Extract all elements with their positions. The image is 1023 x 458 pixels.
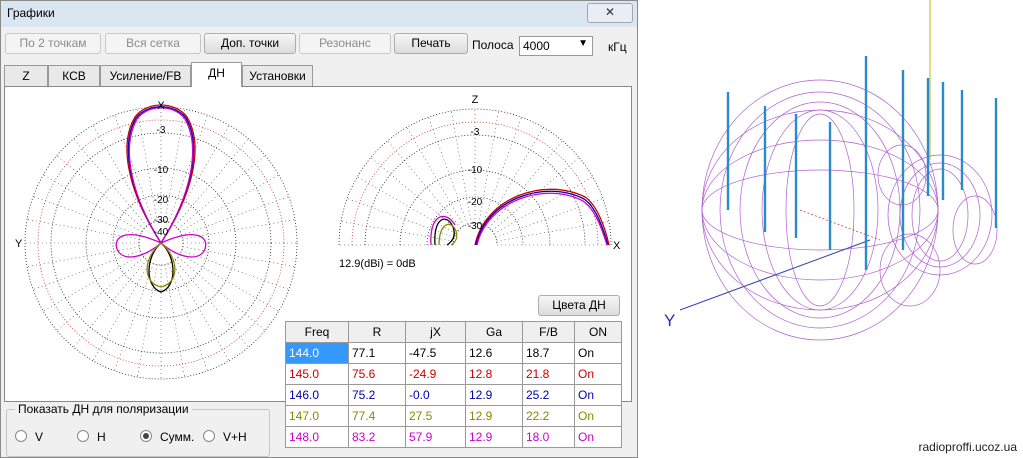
radio-label: H	[97, 430, 106, 444]
table-row[interactable]: 148.0 83.2 57.9 12.9 18.0 On	[285, 426, 622, 448]
cell-on[interactable]: On	[574, 426, 622, 448]
cell-r[interactable]: 75.6	[348, 363, 406, 385]
polarization-group-title: Показать ДН для поляризации	[15, 402, 192, 416]
cell-on[interactable]: On	[574, 363, 622, 385]
cell-r[interactable]: 75.2	[348, 384, 406, 406]
table-row[interactable]: 145.0 75.6 -24.9 12.8 21.8 On	[285, 363, 622, 385]
radio-sum[interactable]: Сумм.	[140, 430, 194, 444]
cell-r[interactable]: 77.4	[348, 405, 406, 427]
ring-label: -20	[154, 195, 169, 206]
cell-on[interactable]: On	[574, 342, 622, 364]
y-axis-label: Y	[664, 311, 675, 330]
ring-label: -10	[468, 165, 483, 176]
cell-ga[interactable]: 12.9	[465, 405, 523, 427]
cell-freq[interactable]: 144.0	[285, 342, 349, 364]
table-row[interactable]: 144.0 77.1 -47.5 12.6 18.7 On	[285, 342, 622, 364]
column-header[interactable]: F/B	[522, 321, 575, 343]
cell-ga[interactable]: 12.9	[465, 426, 523, 448]
radio-selected-icon	[140, 430, 152, 442]
cell-ga[interactable]: 12.6	[465, 342, 523, 364]
column-header[interactable]: Freq	[285, 321, 349, 343]
full-grid-button[interactable]: Вся сетка	[105, 33, 201, 54]
cell-r[interactable]: 83.2	[348, 426, 406, 448]
cell-jx[interactable]: -24.9	[405, 363, 466, 385]
cell-freq[interactable]: 148.0	[285, 426, 349, 448]
frequency-table: Freq R jX Ga F/B ON 144.0 77.1 -47.5 12.6 18…	[285, 321, 622, 448]
table-row[interactable]: 146.0 75.2 -0.0 12.9 25.2 On	[285, 384, 622, 406]
zero-db-reference: 12.9(dBi) = 0dB	[339, 258, 416, 270]
ring-label: -20	[468, 197, 483, 208]
cell-jx[interactable]: -47.5	[405, 342, 466, 364]
radio-circle-icon	[77, 430, 89, 442]
window-title: Графики	[7, 6, 55, 20]
tab-settings[interactable]: Установки	[242, 65, 313, 86]
antenna-elements	[726, 56, 998, 270]
3d-pattern-mesh	[701, 79, 998, 341]
resonance-button[interactable]: Резонанс	[299, 33, 391, 54]
band-value: 4000	[523, 39, 550, 53]
cell-fb[interactable]: 18.0	[522, 426, 575, 448]
column-header[interactable]: R	[348, 321, 406, 343]
close-button[interactable]: ✕	[587, 3, 633, 23]
radio-label: Сумм.	[160, 430, 195, 444]
column-header[interactable]: Ga	[465, 321, 523, 343]
table-row[interactable]: 147.0 77.4 27.5 12.9 22.2 On	[285, 405, 622, 427]
azimuth-top-label: X	[157, 100, 165, 112]
elevation-right-label: X	[613, 240, 621, 252]
ring-label: -40	[154, 227, 169, 238]
polarization-group: Показать ДН для поляризации V H Сумм. V+…	[6, 402, 270, 457]
tab-z[interactable]: Z	[4, 65, 48, 86]
cell-ga[interactable]: 12.9	[465, 384, 523, 406]
radio-v-plus-h[interactable]: V+H	[203, 430, 247, 444]
cell-jx[interactable]: -0.0	[405, 384, 466, 406]
band-unit: кГц	[608, 40, 627, 54]
elevation-top-label: Z	[472, 94, 479, 106]
elevation-polar-plot: Z X -3 -10 -20 -30 12.9(dBi) = 0dB	[338, 94, 621, 270]
cell-fb[interactable]: 21.8	[522, 363, 575, 385]
band-select[interactable]: 4000 ▼	[519, 36, 593, 56]
tab-gain-fb[interactable]: Усиление/FB	[100, 65, 191, 86]
graphs-window: Графики ✕ По 2 точкам Вся сетка Доп. точ…	[0, 0, 638, 458]
tab-pattern[interactable]: ДН	[191, 62, 242, 87]
cell-fb[interactable]: 25.2	[522, 384, 575, 406]
azimuth-polar-plot: X Y -3 -10 -20 -30 -40	[15, 100, 298, 380]
band-label: Полоса	[472, 38, 514, 52]
radio-label: V	[35, 430, 44, 444]
3d-pattern-view: Y	[664, 0, 998, 341]
cell-jx[interactable]: 57.9	[405, 426, 466, 448]
cell-on[interactable]: On	[574, 384, 622, 406]
cell-fb[interactable]: 22.2	[522, 405, 575, 427]
radio-v[interactable]: V	[15, 430, 43, 444]
cell-fb[interactable]: 18.7	[522, 342, 575, 364]
cell-freq[interactable]: 147.0	[285, 405, 349, 427]
ring-label: -3	[157, 125, 166, 136]
cell-freq[interactable]: 146.0	[285, 384, 349, 406]
title-bar: Графики ✕	[1, 1, 637, 27]
azimuth-left-label: Y	[15, 238, 23, 250]
ring-label: -30	[154, 215, 169, 226]
two-points-button[interactable]: По 2 точкам	[5, 33, 101, 54]
radio-h[interactable]: H	[77, 430, 106, 444]
chevron-down-icon: ▼	[578, 38, 588, 49]
table-header-row: Freq R jX Ga F/B ON	[285, 321, 622, 343]
pattern-colors-button[interactable]: Цвета ДН	[538, 295, 620, 316]
radio-label: V+H	[223, 430, 247, 444]
ring-label: -3	[471, 127, 480, 138]
radio-circle-icon	[15, 430, 27, 442]
column-header[interactable]: ON	[574, 321, 622, 343]
cell-r[interactable]: 77.1	[348, 342, 406, 364]
watermark: radioproffi.ucoz.ua	[918, 440, 1017, 454]
cell-freq[interactable]: 145.0	[285, 363, 349, 385]
cell-on[interactable]: On	[574, 405, 622, 427]
radio-circle-icon	[203, 430, 215, 442]
cell-ga[interactable]: 12.8	[465, 363, 523, 385]
extra-points-button[interactable]: Доп. точки	[204, 33, 296, 54]
cell-jx[interactable]: 27.5	[405, 405, 466, 427]
ring-label: -10	[154, 165, 169, 176]
print-button[interactable]: Печать	[394, 33, 468, 54]
column-header[interactable]: jX	[405, 321, 466, 343]
ring-label: -30	[468, 221, 483, 232]
tab-swr[interactable]: КСВ	[48, 65, 100, 86]
